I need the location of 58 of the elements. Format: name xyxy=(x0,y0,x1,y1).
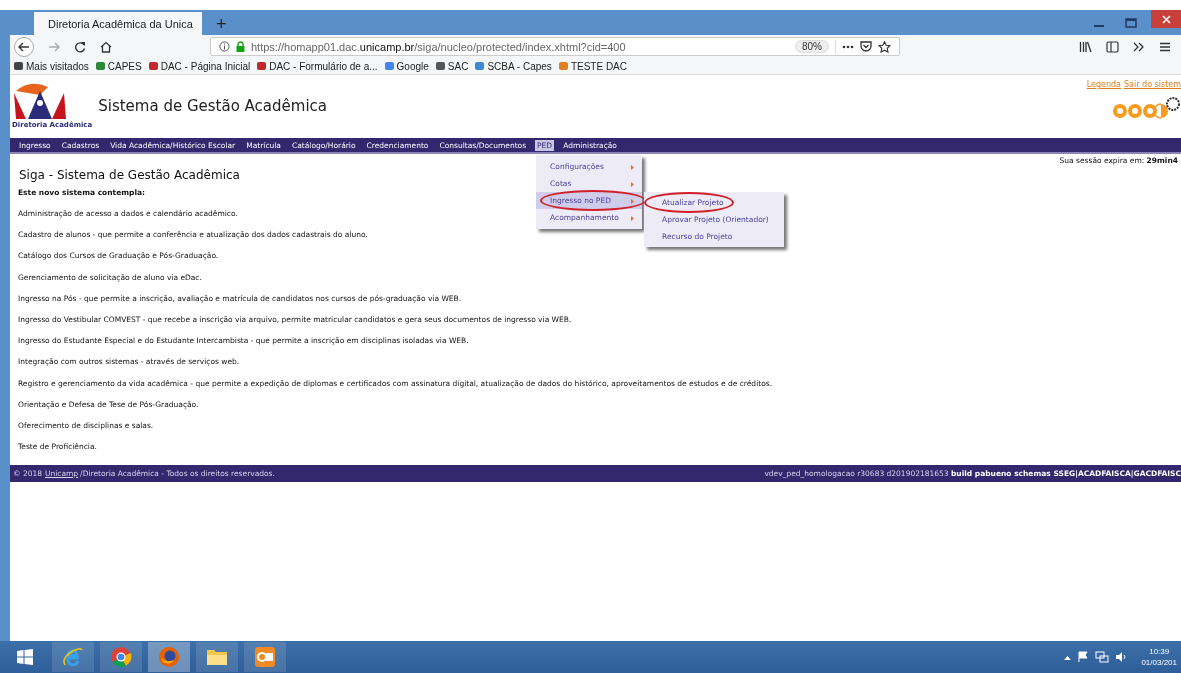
page-title: Siga - Sistema de Gestão Acadêmica xyxy=(19,168,240,182)
lock-icon xyxy=(236,41,245,52)
bookmark-icon xyxy=(384,62,394,70)
taskbar-app-button[interactable] xyxy=(244,642,286,672)
address-bar[interactable]: https://homapp01.dac.unicamp.br/siga/nucleo/protected/index.xhtml?cid=400 80% xyxy=(210,37,900,56)
home-icon[interactable] xyxy=(100,40,112,53)
more-icon[interactable] xyxy=(842,44,854,49)
new-tab-button[interactable]: + xyxy=(210,12,233,35)
menu-icon[interactable] xyxy=(1159,41,1171,52)
close-window-button[interactable] xyxy=(1151,10,1181,28)
taskbar-app-button[interactable] xyxy=(148,642,190,672)
folder-icon xyxy=(206,647,228,667)
taskbar-app-button[interactable] xyxy=(100,642,142,672)
pocket-icon[interactable] xyxy=(860,41,872,52)
browser-tab[interactable]: Diretoria Acadêmica da Unica xyxy=(34,12,202,35)
windows-logo-icon xyxy=(17,649,33,665)
url-text: https://homapp01.dac.unicamp.br/siga/nucleo/protected/index.xhtml?cid=400 xyxy=(251,40,626,53)
flag-icon[interactable] xyxy=(1077,651,1090,663)
bookmark-icon xyxy=(14,62,23,70)
bookmark-icon xyxy=(435,62,445,70)
taskbar-app-button[interactable] xyxy=(52,642,94,672)
clock-date: 01/03/201 xyxy=(1141,657,1177,668)
envelope-app-icon xyxy=(254,646,276,668)
bookmark-icon xyxy=(558,62,568,70)
taskbar-clock[interactable]: 10:39 01/03/201 xyxy=(1141,646,1177,668)
bookmark-link[interactable]: SAC xyxy=(435,60,469,72)
round-logo-icon xyxy=(110,646,132,668)
tray-chevron-icon[interactable] xyxy=(1064,654,1072,660)
bookmark-link[interactable]: TESTE DAC xyxy=(558,60,627,72)
back-arrow-icon xyxy=(18,41,30,52)
close-icon xyxy=(1161,14,1171,24)
bookmark-icon xyxy=(148,62,158,70)
reload-icon[interactable] xyxy=(74,40,86,53)
bookmark-link[interactable]: DAC - Página Inicial xyxy=(148,60,251,72)
bookmark-link[interactable]: SCBA - Capes xyxy=(475,60,552,72)
speaker-icon[interactable] xyxy=(1115,651,1128,663)
library-icon[interactable] xyxy=(1079,40,1092,53)
zoom-level-badge[interactable]: 80% xyxy=(795,40,829,53)
taskbar-app-button[interactable] xyxy=(196,642,238,672)
e-logo-icon xyxy=(62,646,84,668)
network-icon[interactable] xyxy=(1095,651,1110,663)
logo-drawing xyxy=(12,81,68,121)
system-title: Sistema de Gestão Acadêmica xyxy=(98,97,327,115)
bookmark-link[interactable]: Mais visitados xyxy=(14,60,89,72)
bookmark-link[interactable]: CAPES xyxy=(95,60,142,72)
bookmark-icon xyxy=(95,62,105,70)
bookmark-link[interactable]: DAC - Formulário de a... xyxy=(257,60,378,72)
maximize-icon[interactable] xyxy=(1125,17,1137,28)
fox-globe-icon xyxy=(158,646,180,668)
star-icon[interactable] xyxy=(878,40,891,53)
clock-time: 10:39 xyxy=(1149,646,1170,657)
bookmark-icon xyxy=(475,62,485,70)
back-button[interactable] xyxy=(14,36,34,57)
bookmark-icon xyxy=(257,62,267,70)
bookmark-link[interactable]: Google xyxy=(384,60,429,72)
info-icon xyxy=(219,41,230,52)
double-chevron-icon[interactable] xyxy=(1133,41,1145,52)
sidebar-icon[interactable] xyxy=(1106,40,1119,53)
